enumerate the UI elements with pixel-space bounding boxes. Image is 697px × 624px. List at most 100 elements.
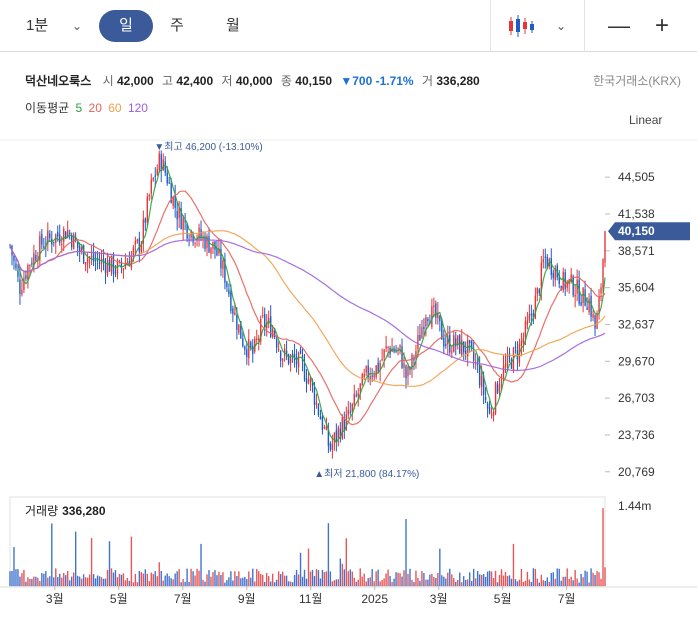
candle-body	[63, 228, 65, 242]
volume-bar	[586, 571, 588, 586]
price-chart[interactable]: 44,505 41,538 38,571 35,604 32,637 29,670 26,7…	[0, 0, 697, 624]
volume-bar	[427, 579, 429, 586]
chevron-down-icon[interactable]: ⌄	[556, 10, 566, 42]
candle-body	[132, 247, 135, 255]
volume-bar	[84, 577, 87, 586]
scale-mode-selector[interactable]: Linear	[629, 113, 662, 127]
volume-bar	[582, 577, 584, 586]
volume-bar	[196, 568, 198, 586]
volume-bar	[37, 577, 39, 586]
volume-bar	[98, 576, 101, 586]
volume-bar	[232, 580, 234, 586]
candle-body	[258, 338, 260, 341]
close-label: 종	[280, 74, 292, 88]
ma20-line	[9, 190, 606, 426]
candle-body	[357, 393, 359, 397]
volume-bar	[385, 573, 387, 586]
volume-bar	[335, 579, 338, 586]
candle-body	[230, 291, 232, 312]
moving-average-legend[interactable]: 이동평균 5 20 60 120	[25, 99, 151, 116]
volume-bar	[365, 581, 367, 586]
candle-body	[524, 321, 527, 338]
candle-body	[70, 235, 73, 248]
volume-bar	[361, 576, 363, 586]
volume-bar	[327, 523, 330, 586]
candle-body	[144, 218, 147, 223]
volume-bar	[353, 577, 355, 586]
candle-body	[106, 260, 109, 275]
volume-bar	[435, 578, 437, 586]
candle-body	[246, 349, 248, 358]
volume-bar	[122, 573, 125, 586]
volume-bar	[457, 580, 459, 586]
candle-body	[492, 412, 495, 416]
volume-bar	[279, 574, 282, 586]
volume-bar	[72, 572, 75, 586]
candle-body	[313, 386, 316, 405]
tab-day[interactable]: 일	[99, 10, 153, 42]
volume-bar	[47, 577, 49, 586]
candle-body	[526, 320, 529, 325]
candle-body	[136, 239, 139, 242]
volume-tick-label: 1.44m	[618, 499, 651, 513]
candle-body	[238, 324, 240, 333]
volume-bar	[371, 569, 373, 586]
volume-bar	[564, 576, 566, 586]
candle-body	[478, 365, 481, 386]
chevron-down-icon[interactable]: ⌄	[72, 10, 82, 42]
volume-bar	[240, 578, 242, 586]
volume-bar	[65, 575, 67, 586]
volume-bar	[158, 562, 160, 586]
volume-bar	[590, 568, 592, 586]
price-tick-label: 23,736	[618, 428, 655, 442]
candle-body	[116, 262, 119, 275]
candlestick-icon[interactable]	[507, 13, 535, 39]
volume-bar	[134, 573, 137, 586]
volume-bar	[35, 576, 37, 586]
volume-bar	[453, 578, 455, 586]
volume-bar	[451, 574, 453, 586]
volume-bar	[409, 568, 411, 586]
candle-body	[226, 281, 228, 287]
volume-bar	[548, 581, 550, 586]
candle-body	[423, 326, 425, 330]
volume-bar	[246, 578, 248, 586]
volume-bar	[218, 571, 220, 586]
volume-bar	[506, 576, 509, 586]
period-selector[interactable]: 1분	[26, 10, 48, 42]
volume-bar	[80, 578, 83, 586]
price-tick-label: 41,538	[618, 207, 655, 221]
candle-body	[148, 195, 150, 197]
volume-bar	[369, 577, 371, 586]
volume-bar	[425, 579, 427, 586]
volume-bar	[110, 568, 113, 586]
candle-body	[522, 337, 525, 344]
volume-bar	[592, 572, 594, 586]
candle-body	[325, 426, 328, 430]
volume-bar	[455, 581, 457, 586]
plus-icon[interactable]: +	[655, 10, 669, 42]
volume-bar	[347, 571, 349, 586]
volume-bar	[596, 571, 598, 586]
volume-bar	[397, 572, 399, 586]
volume-bar	[572, 580, 574, 586]
candle-body	[250, 342, 252, 348]
candle-body	[242, 338, 244, 347]
volume-bar	[176, 571, 178, 586]
candle-body	[602, 259, 604, 289]
candle-body	[586, 307, 588, 310]
minus-icon[interactable]: —	[608, 10, 630, 42]
volume-bar	[275, 579, 278, 586]
volume-bar	[500, 569, 503, 586]
tab-week[interactable]: 주	[170, 10, 184, 42]
volume-bar	[578, 582, 580, 586]
volume-bar	[162, 580, 164, 586]
volume-bar	[57, 577, 59, 586]
volume-bar	[305, 578, 308, 586]
volume-bar	[96, 575, 99, 586]
candle-body	[530, 313, 533, 316]
candle-body	[453, 335, 455, 352]
volume-bar	[534, 568, 537, 586]
candle-body	[156, 169, 158, 175]
tab-month[interactable]: 월	[226, 10, 240, 42]
